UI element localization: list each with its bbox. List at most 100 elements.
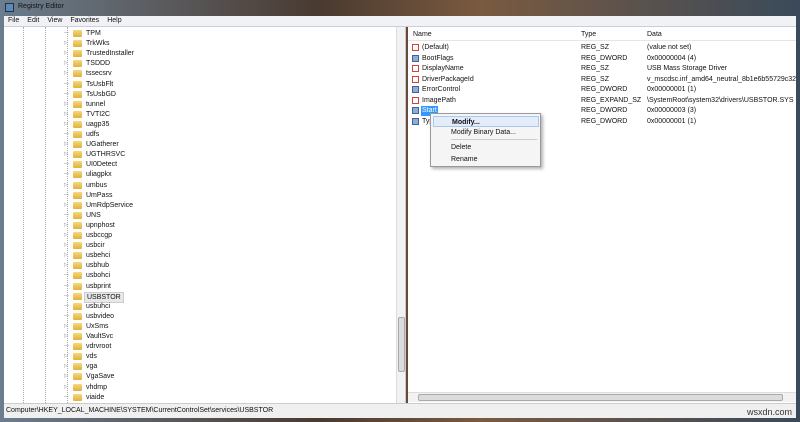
menu-favorites[interactable]: Favorites: [66, 16, 103, 25]
folder-icon: [73, 242, 82, 250]
expand-arrow-icon[interactable]: ▷: [64, 252, 70, 258]
folder-icon: [73, 60, 82, 68]
expand-arrow-icon[interactable]: ▷: [64, 373, 70, 379]
value-row[interactable]: DisplayName REG_SZ USB Mass Storage Driver: [408, 64, 796, 75]
expand-arrow-icon[interactable]: ▷: [64, 363, 70, 369]
folder-icon: [73, 90, 82, 98]
menu-item-rename[interactable]: Rename: [433, 154, 539, 165]
menu-view[interactable]: View: [43, 16, 66, 25]
tree-item-label: uagp35: [86, 120, 110, 128]
folder-icon: [73, 221, 82, 229]
menu-file[interactable]: File: [4, 16, 23, 25]
value-name: BootFlags: [422, 54, 454, 62]
expand-arrow-icon[interactable]: ▷: [64, 262, 70, 268]
value-row[interactable]: ImagePath REG_EXPAND_SZ \SystemRoot\system…: [408, 96, 796, 107]
expand-arrow-icon[interactable]: ▷: [64, 384, 70, 390]
tree-item-label: UGatherer: [86, 141, 119, 149]
folder-icon: [73, 272, 82, 280]
expand-arrow-icon[interactable]: ▷: [64, 151, 70, 157]
folder-icon: [73, 191, 82, 199]
value-data: 0x00000001 (1): [647, 86, 697, 93]
tree-item-label: usbprint: [86, 282, 111, 290]
tree-item-label: UxSms: [86, 322, 109, 330]
expand-arrow-icon[interactable]: ▷: [64, 101, 70, 107]
watermark: wsxdn.com: [746, 407, 792, 417]
scroll-thumb[interactable]: [418, 394, 783, 401]
menu-item-modify-binary[interactable]: Modify Binary Data...: [433, 127, 539, 138]
folder-icon: [73, 151, 82, 159]
tree-connector: —: [64, 393, 69, 400]
value-row[interactable]: ErrorControl REG_DWORD 0x00000001 (1): [408, 85, 796, 96]
window-title: Registry Editor: [18, 3, 64, 10]
tree-item-label: uliagpkx: [86, 171, 112, 179]
expand-arrow-icon[interactable]: ▷: [64, 323, 70, 329]
expand-arrow-icon[interactable]: ▷: [64, 111, 70, 117]
expand-arrow-icon[interactable]: ▷: [64, 40, 70, 46]
tree-connector: —: [64, 292, 69, 299]
tree-item-label: usbcir: [86, 242, 105, 250]
folder-icon: [73, 211, 82, 219]
folder-icon: [73, 110, 82, 118]
column-data[interactable]: Data: [647, 30, 662, 40]
expand-arrow-icon[interactable]: ▷: [64, 333, 70, 339]
tree-vertical-scrollbar[interactable]: [396, 27, 405, 403]
scroll-thumb[interactable]: [398, 317, 405, 372]
tree-connector: —: [64, 30, 69, 36]
binary-value-icon: [412, 117, 419, 125]
tree-item-label: tunnel: [86, 100, 106, 108]
expand-arrow-icon[interactable]: ▷: [64, 121, 70, 127]
column-type[interactable]: Type: [581, 30, 596, 40]
expand-arrow-icon[interactable]: ▷: [64, 202, 70, 208]
tree-connector: —: [64, 343, 69, 350]
value-row[interactable]: BootFlags REG_DWORD 0x00000004 (4): [408, 54, 796, 65]
tree-item-label: usbohci: [86, 272, 111, 280]
value-type: REG_EXPAND_SZ: [581, 96, 642, 104]
value-name: DisplayName: [422, 65, 464, 72]
title-bar: Registry Editor: [0, 0, 800, 16]
expand-arrow-icon[interactable]: ▷: [64, 242, 70, 248]
expand-arrow-icon[interactable]: ▷: [64, 222, 70, 228]
expand-arrow-icon[interactable]: ▷: [64, 353, 70, 359]
value-data: 0x00000004 (4): [647, 54, 697, 62]
expand-arrow-icon[interactable]: ▷: [64, 232, 70, 238]
expand-arrow-icon[interactable]: ▷: [64, 141, 70, 147]
folder-icon: [73, 50, 82, 58]
folder-icon: [73, 120, 82, 128]
folder-icon: [73, 171, 82, 179]
expand-arrow-icon[interactable]: ▷: [64, 60, 70, 66]
folder-icon: [73, 282, 82, 290]
folder-icon: [73, 302, 82, 310]
key-tree-pane[interactable]: — TPM ▷ TrkWks ▷ TrustedInstaller ▷ TSDDD ▷ tssec…: [4, 27, 406, 403]
tree-connector: —: [64, 272, 69, 279]
menu-item-delete[interactable]: Delete: [433, 142, 539, 153]
value-type: REG_DWORD: [581, 54, 628, 62]
menu-item-modify[interactable]: Modify...: [433, 116, 539, 127]
binary-value-icon: [412, 107, 419, 114]
string-value-icon: [412, 65, 419, 72]
value-name: ImagePath: [422, 96, 456, 104]
folder-icon: [73, 131, 82, 138]
values-horizontal-scrollbar[interactable]: [408, 392, 796, 402]
tree-connector: —: [64, 80, 69, 87]
folder-icon: [73, 40, 82, 48]
value-row[interactable]: (Default) REG_SZ (value not set): [408, 43, 796, 54]
tree-connector: —: [64, 161, 69, 168]
tree-connector: —: [64, 131, 69, 137]
folder-icon: [73, 292, 82, 300]
tree-item-label: vhdmp: [86, 383, 108, 391]
value-data: (value not set): [647, 44, 692, 51]
expand-arrow-icon[interactable]: ▷: [64, 50, 70, 56]
folder-icon: [73, 141, 82, 149]
tree-connector: —: [64, 211, 69, 218]
expand-arrow-icon[interactable]: ▷: [64, 70, 70, 76]
value-row[interactable]: DriverPackageId REG_SZ v_mscdsc.inf_amd64_…: [408, 75, 796, 86]
tree-item-label: umbus: [86, 181, 108, 189]
value-data: 0x00000001 (1): [647, 117, 697, 125]
tree-item-label: UI0Detect: [86, 161, 118, 169]
expand-arrow-icon[interactable]: ▷: [64, 182, 70, 188]
values-pane[interactable]: Name Type Data (Default) REG_SZ (value not…: [408, 27, 796, 403]
column-name[interactable]: Name: [413, 30, 432, 40]
menu-edit[interactable]: Edit: [23, 16, 43, 25]
menu-help[interactable]: Help: [103, 16, 125, 25]
tree-item-label: upnphost: [86, 221, 115, 229]
